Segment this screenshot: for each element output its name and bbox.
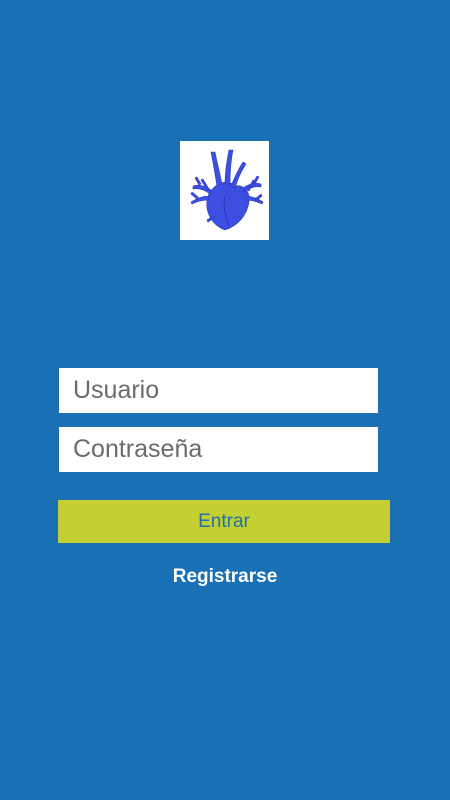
login-button[interactable]: Entrar — [58, 500, 390, 543]
register-link[interactable]: Registrarse — [0, 566, 450, 588]
heart-anatomy-icon — [190, 149, 263, 230]
password-input[interactable] — [59, 427, 378, 472]
app-logo — [180, 141, 269, 240]
username-input[interactable] — [59, 368, 378, 413]
